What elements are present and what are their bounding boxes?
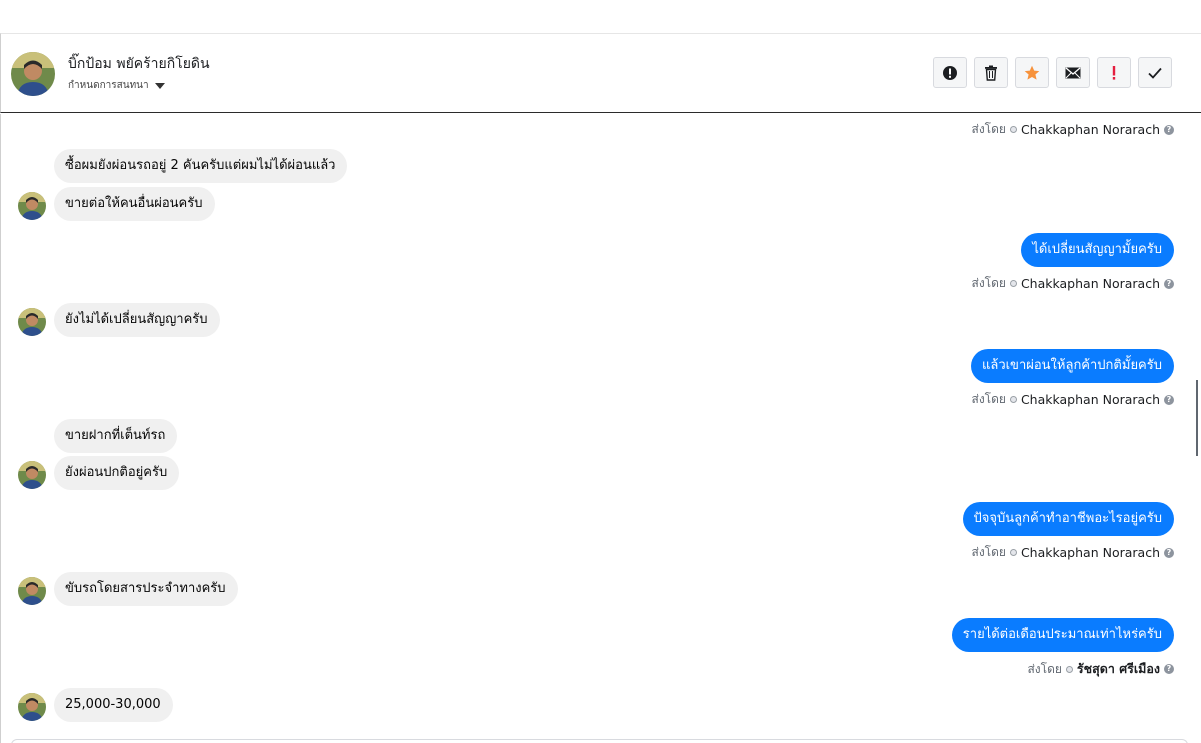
spam-button[interactable]	[1097, 57, 1131, 88]
messenger-app: บิ๊กป้อม พยัคร้ายกิโยดิน กำหนดการสนทนา ส…	[0, 0, 1201, 743]
page-badge-icon	[1009, 126, 1017, 133]
sent-by-label: ส่งโดย	[971, 122, 1006, 136]
help-icon[interactable]: ?	[1164, 394, 1174, 405]
sender-name[interactable]: Chakkaphan Norarach	[1021, 122, 1160, 137]
conversation-header: บิ๊กป้อม พยัคร้ายกิโยดิน กำหนดการสนทนา	[0, 33, 1201, 113]
caret-down-icon	[154, 82, 165, 89]
exclamation-icon	[1112, 65, 1116, 80]
page-badge-icon	[1009, 549, 1017, 556]
help-icon[interactable]: ?	[1164, 547, 1174, 558]
message-row-incoming: ยังไม่ได้เปลี่ยนสัญญาครับ	[54, 303, 220, 337]
report-button[interactable]	[933, 57, 967, 88]
envelope-icon	[1065, 67, 1081, 78]
contact-avatar-small[interactable]	[18, 461, 46, 489]
delete-button[interactable]	[974, 57, 1008, 88]
star-button[interactable]	[1015, 57, 1049, 88]
contact-name[interactable]: บิ๊กป้อม พยัคร้ายกิโยดิน	[68, 53, 210, 75]
page-badge-icon	[1009, 280, 1017, 287]
sent-by-row: ส่งโดย รัชสุดา ศรีเมือง ?	[1027, 659, 1174, 679]
message-row-incoming: ขับรถโดยสารประจำทางครับ	[54, 572, 238, 606]
sent-by-label: ส่งโดย	[971, 276, 1006, 290]
message-row-outgoing: รายได้ต่อเดือนประมาณเท่าไหร่ครับ	[951, 618, 1174, 652]
conversation-label-text: กำหนดการสนทนา	[68, 80, 149, 91]
contact-avatar-small[interactable]	[18, 693, 46, 721]
message-bubble[interactable]: ขายฝากที่เต็นท์รถ	[54, 419, 178, 453]
sent-by-row: ส่งโดย Chakkaphan Norarach ?	[971, 120, 1174, 139]
message-row-incoming: 25,000-30,000	[54, 688, 173, 722]
sent-by-row: ส่งโดย Chakkaphan Norarach ?	[971, 543, 1174, 562]
scrollbar-thumb[interactable]	[1196, 380, 1198, 456]
message-bubble[interactable]: ปัจจุบันลูกค้าทำอาชีพอะไรอยู่ครับ	[962, 502, 1174, 536]
message-bubble[interactable]: ได้เปลี่ยนสัญญามั้ยครับ	[1021, 233, 1174, 267]
help-icon[interactable]: ?	[1164, 278, 1174, 289]
page-badge-icon	[1065, 665, 1073, 673]
message-row-outgoing: ปัจจุบันลูกค้าทำอาชีพอะไรอยู่ครับ	[962, 502, 1174, 536]
mark-unread-button[interactable]	[1056, 57, 1090, 88]
message-bubble[interactable]: รายได้ต่อเดือนประมาณเท่าไหร่ครับ	[951, 618, 1174, 652]
sent-by-label: ส่งโดย	[1027, 661, 1062, 676]
top-spacer	[0, 0, 1201, 33]
sent-by-label: ส่งโดย	[971, 545, 1006, 559]
header-title-group: บิ๊กป้อม พยัคร้ายกิโยดิน กำหนดการสนทนา	[68, 53, 210, 93]
conversation-label-dropdown[interactable]: กำหนดการสนทนา	[68, 78, 210, 93]
sender-name[interactable]: Chakkaphan Norarach	[1021, 545, 1160, 560]
sender-name[interactable]: รัชสุดา ศรีเมือง	[1077, 659, 1160, 679]
mark-done-button[interactable]	[1138, 57, 1172, 88]
sender-name[interactable]: Chakkaphan Norarach	[1021, 392, 1160, 407]
sent-by-row: ส่งโดย Chakkaphan Norarach ?	[971, 390, 1174, 409]
message-thread[interactable]: ส่งโดย Chakkaphan Norarach ? ซื้อผมยังผ่…	[0, 114, 1201, 743]
sender-name[interactable]: Chakkaphan Norarach	[1021, 276, 1160, 291]
message-bubble[interactable]: ขายต่อให้คนอื่นผ่อนครับ	[54, 187, 215, 221]
message-bubble[interactable]: ซื้อผมยังผ่อนรถอยู่ 2 คันครับแต่ผมไม่ได้…	[54, 149, 348, 183]
message-row-incoming: ซื้อผมยังผ่อนรถอยู่ 2 คันครับแต่ผมไม่ได้…	[54, 149, 348, 183]
message-bubble[interactable]: ขับรถโดยสารประจำทางครับ	[54, 572, 238, 606]
message-row-incoming: ขายต่อให้คนอื่นผ่อนครับ	[54, 187, 215, 221]
message-bubble[interactable]: 25,000-30,000	[54, 688, 173, 722]
header-toolbar	[933, 57, 1172, 88]
message-bubble[interactable]: แล้วเขาผ่อนให้ลูกค้าปกติมั้ยครับ	[970, 349, 1174, 383]
page-badge-icon	[1009, 396, 1017, 403]
check-icon	[1148, 67, 1162, 79]
message-row-outgoing: ได้เปลี่ยนสัญญามั้ยครับ	[1021, 233, 1174, 267]
message-bubble[interactable]: ยังไม่ได้เปลี่ยนสัญญาครับ	[54, 303, 220, 337]
trash-icon	[985, 65, 997, 81]
exclamation-circle-icon	[943, 65, 957, 80]
help-icon[interactable]: ?	[1164, 124, 1174, 135]
message-row-incoming: ขายฝากที่เต็นท์รถ	[54, 419, 178, 453]
help-icon[interactable]: ?	[1164, 664, 1174, 674]
contact-avatar-small[interactable]	[18, 577, 46, 605]
sent-by-row: ส่งโดย Chakkaphan Norarach ?	[971, 274, 1174, 293]
star-icon	[1024, 65, 1040, 80]
message-bubble[interactable]: ยังผ่อนปกติอยู่ครับ	[54, 456, 180, 490]
contact-avatar-small[interactable]	[18, 308, 46, 336]
contact-avatar-small[interactable]	[18, 192, 46, 220]
contact-avatar[interactable]	[11, 52, 55, 96]
composer-box[interactable]	[11, 739, 1188, 743]
message-row-outgoing: แล้วเขาผ่อนให้ลูกค้าปกติมั้ยครับ	[970, 349, 1174, 383]
sent-by-label: ส่งโดย	[971, 392, 1006, 406]
message-row-incoming: ยังผ่อนปกติอยู่ครับ	[54, 456, 180, 490]
